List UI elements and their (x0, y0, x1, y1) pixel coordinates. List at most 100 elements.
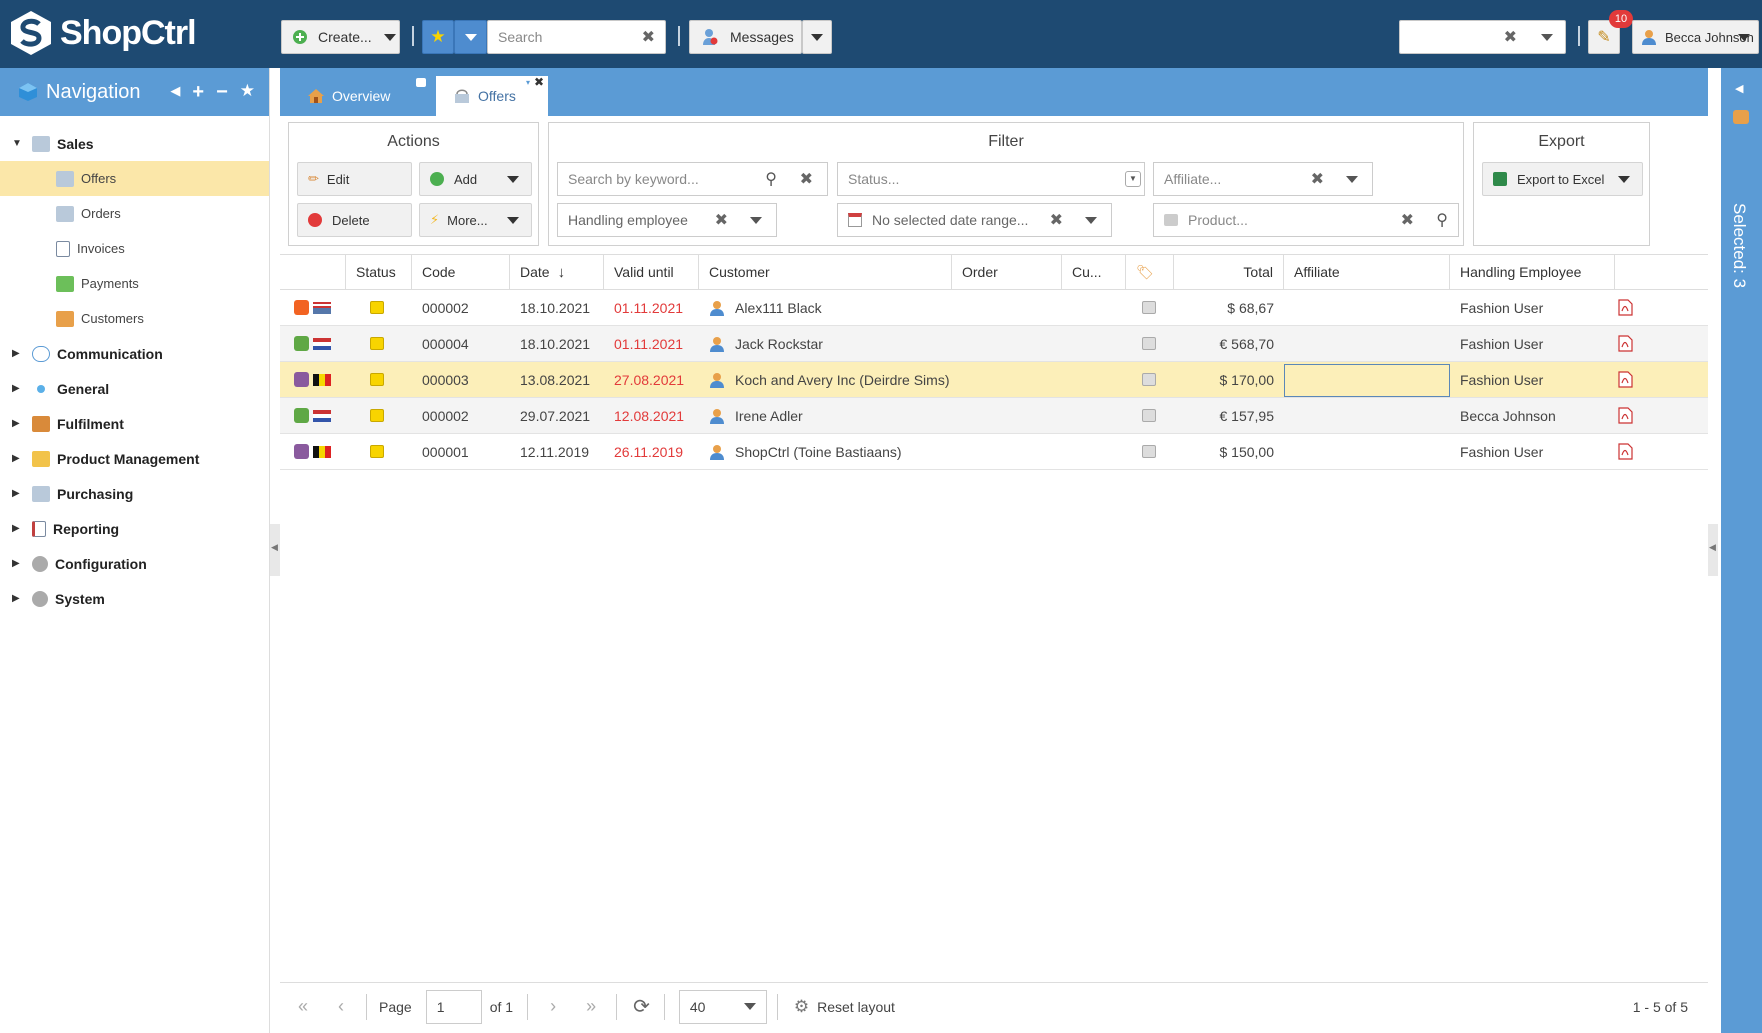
collapsed-arrow-icon[interactable]: ▶ (12, 593, 20, 604)
handling-employee-select[interactable]: Handling employee ✖ (557, 203, 777, 237)
nav-item-payments[interactable]: Payments (0, 266, 269, 301)
column-header-affiliate[interactable]: Affiliate (1284, 255, 1450, 289)
keyword-search-input[interactable]: Search by keyword... (568, 171, 699, 187)
tab-menu-icon[interactable]: ▾ (526, 78, 530, 87)
favorites-dropdown[interactable] (454, 20, 487, 54)
export-excel-button[interactable]: Export to Excel (1482, 162, 1643, 196)
collapsed-arrow-icon[interactable]: ▶ (12, 348, 20, 359)
expand-all-icon[interactable]: + (192, 81, 204, 104)
first-page-icon[interactable]: « (298, 996, 308, 1017)
expanded-arrow-icon[interactable]: ▼ (12, 138, 22, 149)
nav-item-customers[interactable]: Customers (0, 301, 269, 336)
customer-name[interactable]: ShopCtrl (Toine Bastiaans) (735, 444, 902, 460)
date-range-picker[interactable]: No selected date range... ✖ (837, 203, 1112, 237)
collapsed-arrow-icon[interactable]: ▶ (12, 523, 20, 534)
affiliate-cell-editor[interactable] (1284, 363, 1450, 397)
prev-page-icon[interactable]: ‹ (338, 996, 344, 1017)
keyword-search-field[interactable]: Search by keyword... ⚲ ✖ (557, 162, 828, 196)
shopctrl-logo[interactable]: ShopCtrl (10, 10, 197, 56)
nav-item-sales[interactable]: ▼ Sales (0, 126, 269, 161)
page-number-input[interactable]: 1 (425, 989, 482, 1024)
reset-layout-button[interactable]: Reset layout (817, 999, 895, 1015)
collapsed-arrow-icon[interactable]: ▶ (12, 488, 20, 499)
column-header-status[interactable]: Status (346, 255, 412, 289)
pdf-icon[interactable] (1617, 371, 1633, 388)
nav-item-general[interactable]: ▶ General (0, 371, 269, 406)
delete-button[interactable]: Delete (297, 203, 412, 237)
affiliate-select[interactable]: Affiliate... ✖ (1153, 162, 1373, 196)
clear-icon[interactable]: ✖ (715, 210, 728, 230)
user-menu[interactable]: Becca Johnson (1632, 20, 1759, 54)
tab-offers[interactable]: Offers ▾ ✖ (436, 75, 548, 116)
nav-item-purchasing[interactable]: ▶ Purchasing (0, 476, 269, 511)
tab-menu-icon[interactable] (416, 78, 426, 87)
more-button[interactable]: ⚡ More... (419, 203, 532, 237)
customer-name[interactable]: Irene Adler (735, 408, 803, 424)
nav-item-fulfilment[interactable]: ▶ Fulfilment (0, 406, 269, 441)
status-select[interactable]: Status... ▼ (837, 162, 1145, 196)
column-header-cu[interactable]: Cu... (1062, 255, 1126, 289)
column-header-handling-employee[interactable]: Handling Employee (1450, 255, 1615, 289)
clear-icon[interactable]: ✖ (642, 27, 655, 47)
column-header-customer[interactable]: Customer (699, 255, 952, 289)
column-header-source[interactable] (280, 255, 346, 289)
left-splitter-handle[interactable]: ◀ (270, 524, 280, 576)
next-page-icon[interactable]: › (550, 996, 556, 1017)
page-size-select[interactable]: 40 (678, 989, 767, 1024)
nav-item-offers[interactable]: Offers (0, 161, 269, 196)
create-button[interactable]: Create... (281, 20, 400, 54)
nav-item-system[interactable]: ▶ System (0, 581, 269, 616)
column-header-valid-until[interactable]: Valid until (604, 255, 699, 289)
table-row[interactable]: 000003 13.08.2021 27.08.2021 Koch and Avery… (280, 362, 1708, 398)
pdf-icon[interactable] (1617, 299, 1633, 316)
search-icon[interactable]: ⚲ (1436, 210, 1448, 230)
table-row[interactable]: 000002 18.10.2021 01.11.2021 Alex111 Black $… (280, 290, 1708, 326)
clear-icon[interactable]: ✖ (1504, 27, 1517, 47)
nav-item-invoices[interactable]: Invoices (0, 231, 269, 266)
close-icon[interactable]: ✖ (534, 75, 544, 89)
expand-panel-icon[interactable]: ◀ (1735, 82, 1743, 95)
right-splitter-handle[interactable]: ◀ (1708, 524, 1718, 576)
column-header-order[interactable]: Order (952, 255, 1062, 289)
nav-item-configuration[interactable]: ▶ Configuration (0, 546, 269, 581)
tab-overview[interactable]: Overview (290, 76, 430, 116)
refresh-icon[interactable]: ⟳ (633, 994, 650, 1019)
column-header-code[interactable]: Code (412, 255, 510, 289)
nav-item-communication[interactable]: ▶ Communication (0, 336, 269, 371)
search-input[interactable]: Search (498, 29, 542, 45)
collapsed-arrow-icon[interactable]: ▶ (12, 418, 20, 429)
last-page-icon[interactable]: » (586, 996, 596, 1017)
clear-icon[interactable]: ✖ (1050, 210, 1063, 230)
nav-item-reporting[interactable]: ▶ Reporting (0, 511, 269, 546)
messages-button[interactable]: Messages (689, 20, 802, 54)
nav-item-orders[interactable]: Orders (0, 196, 269, 231)
customer-name[interactable]: Koch and Avery Inc (Deirdre Sims) (735, 372, 950, 388)
clear-icon[interactable]: ✖ (1311, 169, 1324, 189)
table-row[interactable]: 000002 29.07.2021 12.08.2021 Irene Adler € 1… (280, 398, 1708, 434)
dropdown-icon[interactable]: ▼ (1125, 171, 1141, 187)
collapsed-arrow-icon[interactable]: ▶ (12, 383, 20, 394)
selected-panel[interactable]: ◀ Selected: 3 (1721, 68, 1762, 1033)
product-search-field[interactable]: Product... ✖ ⚲ (1153, 203, 1459, 237)
pdf-icon[interactable] (1617, 335, 1633, 352)
table-row[interactable]: 000001 12.11.2019 26.11.2019 ShopCtrl (Toin… (280, 434, 1708, 470)
pdf-icon[interactable] (1617, 407, 1633, 424)
add-button[interactable]: Add (419, 162, 532, 196)
favorites-button[interactable]: ★ (422, 20, 454, 54)
customer-name[interactable]: Alex111 Black (735, 300, 822, 316)
search-icon[interactable]: ⚲ (765, 169, 777, 189)
edit-button[interactable]: ✏ Edit (297, 162, 412, 196)
collapse-all-icon[interactable]: − (216, 81, 228, 104)
pdf-icon[interactable] (1617, 443, 1633, 460)
star-icon[interactable]: ★ (240, 81, 255, 104)
column-header-date[interactable]: Date ↓ (510, 255, 604, 289)
clear-icon[interactable]: ✖ (800, 169, 813, 189)
collapsed-arrow-icon[interactable]: ▶ (12, 558, 20, 569)
nav-item-product-management[interactable]: ▶ Product Management (0, 441, 269, 476)
affiliate-cell[interactable] (1284, 362, 1450, 397)
collapse-left-icon[interactable]: ◀ (170, 81, 180, 104)
clear-icon[interactable]: ✖ (1401, 210, 1414, 230)
customer-name[interactable]: Jack Rockstar (735, 336, 823, 352)
table-row[interactable]: 000004 18.10.2021 01.11.2021 Jack Rockstar €… (280, 326, 1708, 362)
search-field[interactable]: Search ✖ (487, 20, 666, 54)
